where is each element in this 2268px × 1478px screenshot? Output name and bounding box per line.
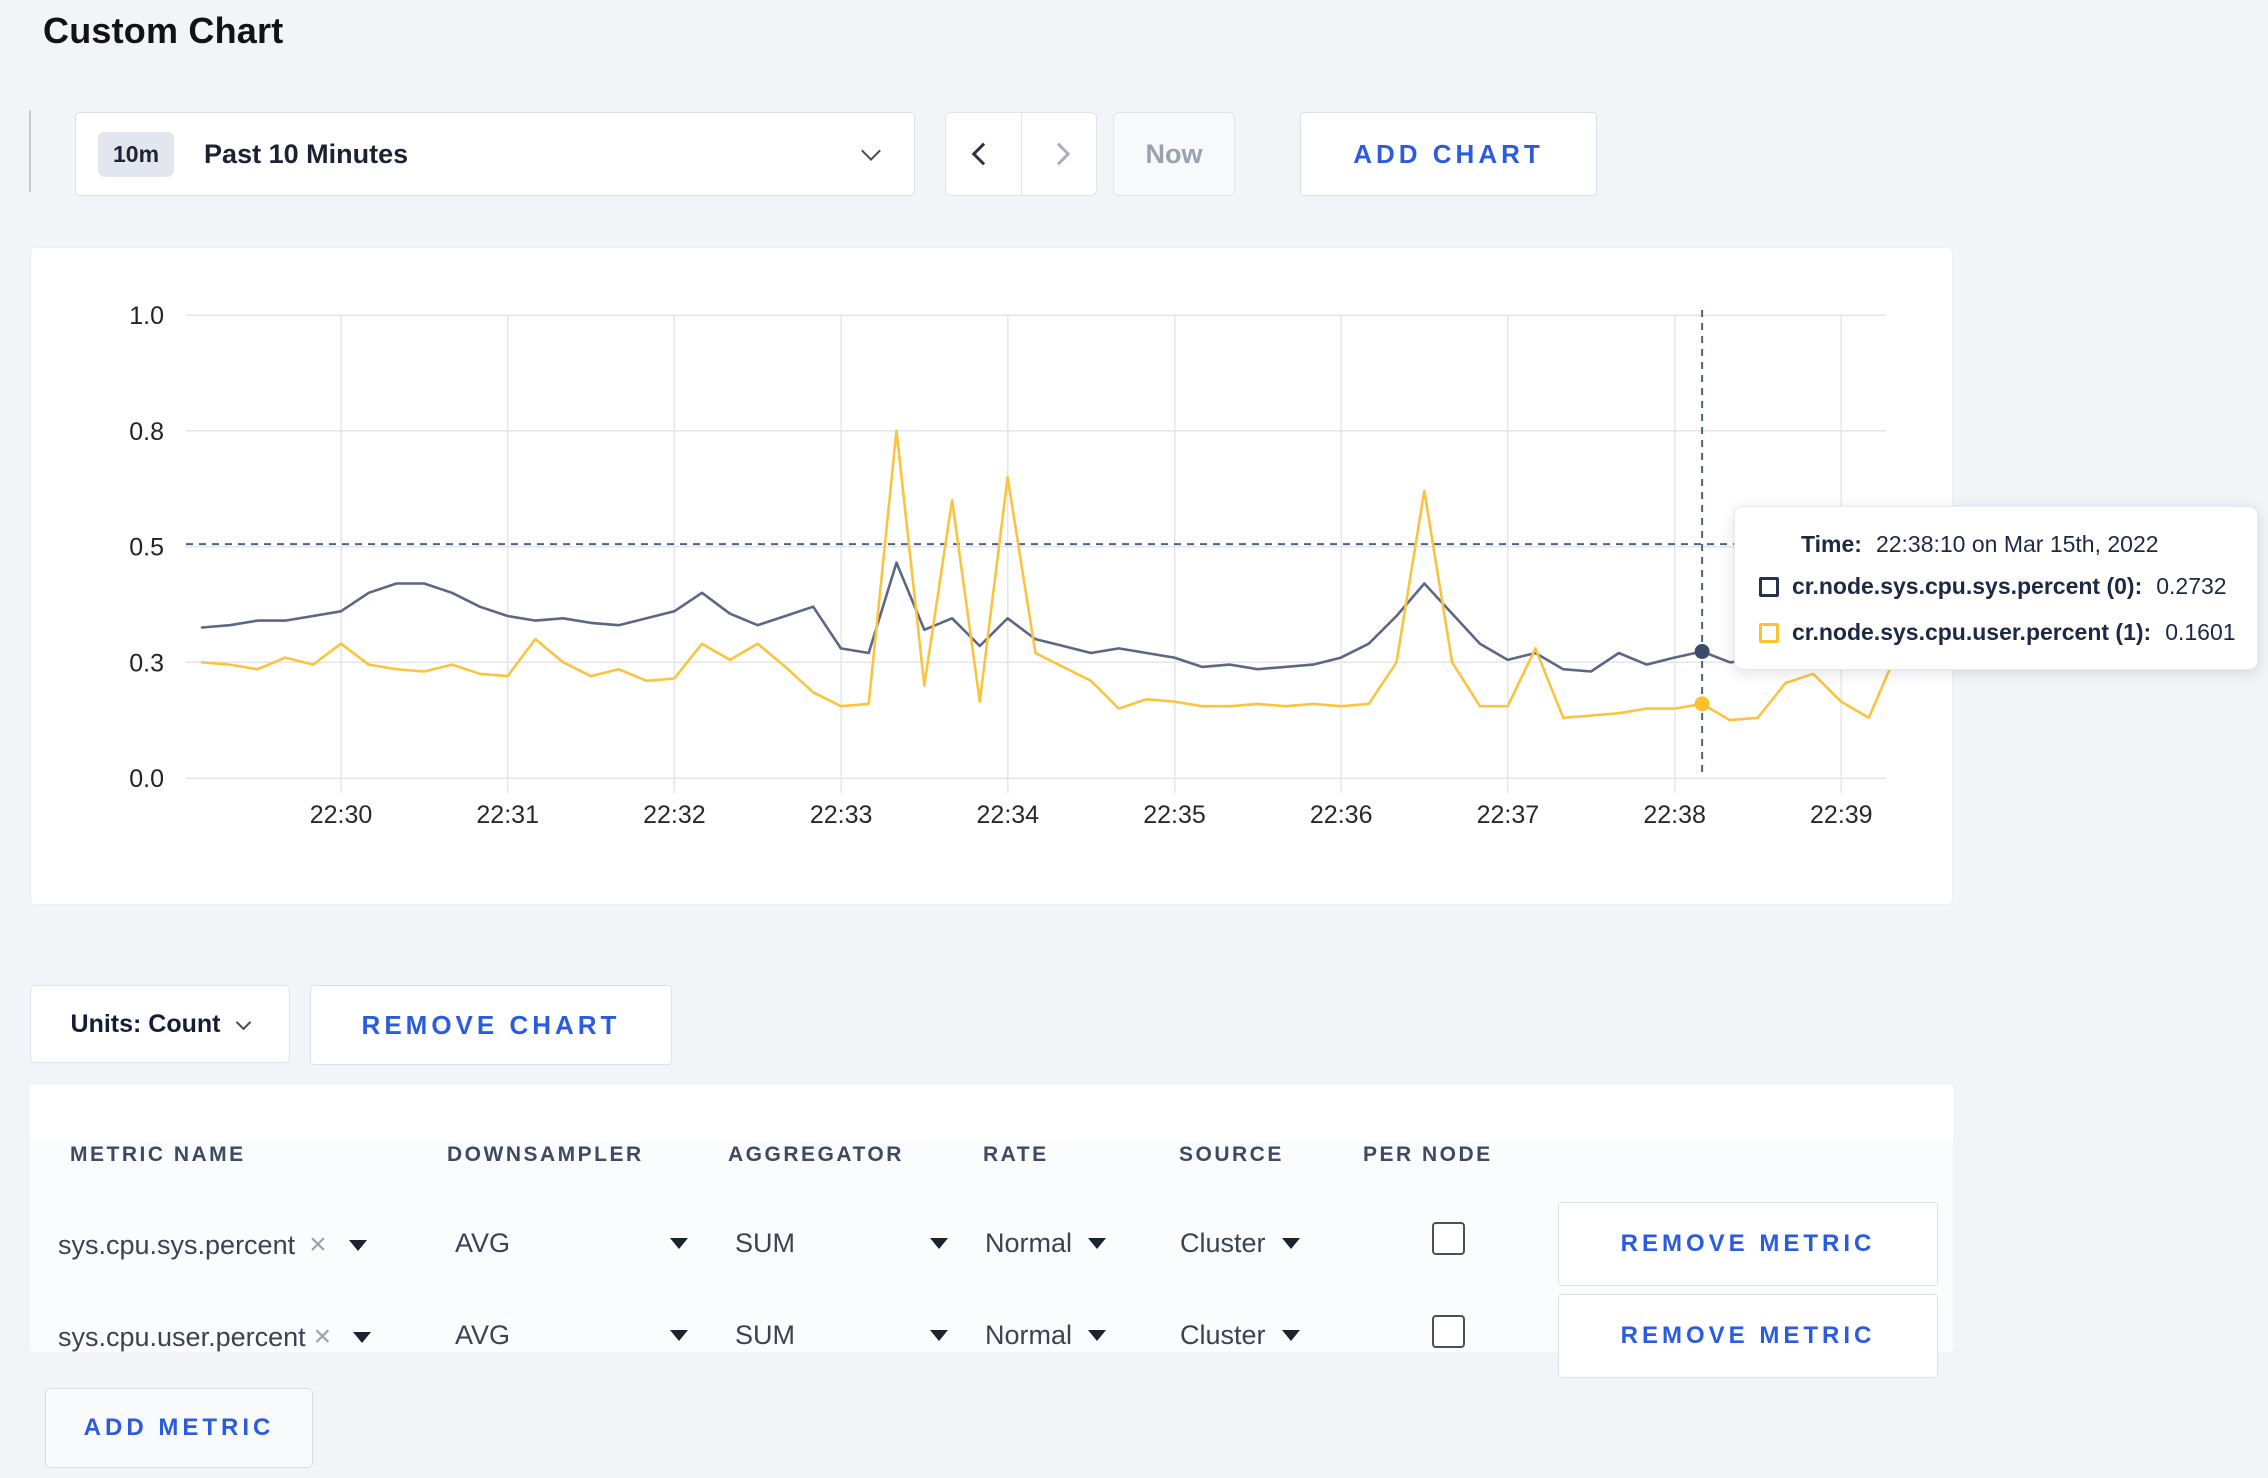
caret-down-icon — [1281, 1238, 1300, 1249]
svg-text:22:37: 22:37 — [1477, 801, 1540, 829]
rate-select[interactable]: Normal — [985, 1228, 1107, 1259]
aggregator-value: SUM — [735, 1228, 795, 1258]
prev-time-button[interactable] — [946, 113, 1021, 195]
chevron-left-icon — [971, 142, 995, 166]
col-header-metric-name: METRIC NAME — [70, 1143, 246, 1166]
chart-card: 1.0 0.8 0.5 0.3 0.0 22:30 22:31 22:32 22:33 22:34… — [30, 247, 1953, 905]
units-label: Units: Count — [70, 1009, 221, 1038]
source-select[interactable]: Cluster — [1180, 1228, 1300, 1259]
svg-text:22:30: 22:30 — [310, 801, 373, 829]
metric-name-select[interactable]: sys.cpu.user.percent × — [58, 1320, 372, 1354]
svg-text:22:38: 22:38 — [1643, 801, 1706, 829]
per-node-checkbox[interactable] — [1432, 1222, 1465, 1255]
aggregator-select[interactable]: SUM — [735, 1320, 948, 1351]
add-metric-button[interactable]: ADD METRIC — [45, 1388, 313, 1468]
table-top-strip — [30, 1085, 1953, 1141]
tooltip-series-value: 0.2732 — [2156, 573, 2227, 599]
svg-text:22:35: 22:35 — [1143, 801, 1206, 829]
chevron-right-icon — [1047, 142, 1071, 166]
source-value: Cluster — [1180, 1228, 1266, 1258]
caret-down-icon — [353, 1331, 372, 1343]
downsampler-select[interactable]: AVG — [455, 1228, 689, 1259]
remove-metric-x-icon[interactable]: × — [314, 1320, 332, 1354]
line-chart[interactable]: 1.0 0.8 0.5 0.3 0.0 22:30 22:31 22:32 22:33 22:34… — [31, 248, 1954, 906]
svg-text:22:32: 22:32 — [643, 801, 706, 829]
chart-tooltip: Time: 22:38:10 on Mar 15th, 2022 cr.node.… — [1734, 506, 2258, 670]
metric-name-value: sys.cpu.sys.percent — [58, 1229, 296, 1260]
per-node-checkbox[interactable] — [1432, 1315, 1465, 1348]
toolbar-divider — [29, 110, 31, 192]
tooltip-series-row: cr.node.sys.cpu.user.percent (1): 0.1601 — [1759, 619, 2236, 646]
tooltip-series-label: cr.node.sys.cpu.sys.percent (0): — [1792, 573, 2143, 599]
rate-value: Normal — [985, 1228, 1073, 1258]
col-header-source: SOURCE — [1179, 1143, 1284, 1166]
time-range-select[interactable]: 10m Past 10 Minutes — [75, 112, 915, 196]
svg-text:22:36: 22:36 — [1310, 801, 1373, 829]
remove-chart-button[interactable]: REMOVE CHART — [310, 985, 672, 1065]
caret-down-icon — [670, 1238, 689, 1249]
svg-text:22:39: 22:39 — [1810, 801, 1873, 829]
downsampler-select[interactable]: AVG — [455, 1320, 689, 1351]
col-header-downsampler: DOWNSAMPLER — [447, 1143, 644, 1166]
caret-down-icon — [348, 1239, 367, 1251]
time-pager — [945, 112, 1097, 196]
rate-select[interactable]: Normal — [985, 1320, 1107, 1351]
col-header-per-node: PER NODE — [1363, 1143, 1493, 1166]
svg-text:0.5: 0.5 — [129, 534, 164, 562]
now-button[interactable]: Now — [1113, 112, 1235, 196]
svg-text:0.8: 0.8 — [129, 418, 164, 446]
downsampler-value: AVG — [455, 1228, 511, 1258]
downsampler-value: AVG — [455, 1320, 511, 1350]
metric-name-select[interactable]: sys.cpu.sys.percent × — [58, 1228, 367, 1262]
remove-metric-x-icon[interactable]: × — [309, 1228, 327, 1262]
col-header-aggregator: AGGREGATOR — [728, 1143, 904, 1166]
time-range-badge: 10m — [98, 131, 175, 177]
svg-text:0.0: 0.0 — [129, 765, 164, 793]
svg-text:22:33: 22:33 — [810, 801, 873, 829]
caret-down-icon — [670, 1330, 689, 1341]
tooltip-time: Time: 22:38:10 on Mar 15th, 2022 — [1801, 531, 2159, 558]
svg-text:0.3: 0.3 — [129, 649, 164, 677]
remove-metric-button[interactable]: REMOVE METRIC — [1558, 1294, 1938, 1378]
series-swatch-sys-icon — [1759, 576, 1779, 597]
source-select[interactable]: Cluster — [1180, 1320, 1300, 1351]
remove-metric-button[interactable]: REMOVE METRIC — [1558, 1202, 1938, 1286]
svg-text:1.0: 1.0 — [129, 302, 164, 330]
add-chart-button[interactable]: ADD CHART — [1300, 112, 1597, 196]
aggregator-value: SUM — [735, 1320, 795, 1350]
tooltip-time-label: Time: — [1801, 531, 1862, 557]
page-title: Custom Chart — [43, 10, 284, 51]
caret-down-icon — [1281, 1330, 1300, 1341]
rate-value: Normal — [985, 1320, 1073, 1350]
source-value: Cluster — [1180, 1320, 1266, 1350]
series-swatch-user-icon — [1759, 622, 1779, 643]
units-select[interactable]: Units: Count — [30, 985, 290, 1063]
caret-down-icon — [930, 1330, 948, 1341]
time-range-label: Past 10 Minutes — [204, 138, 409, 169]
chevron-down-icon — [236, 1014, 252, 1030]
caret-down-icon — [1088, 1238, 1107, 1249]
tooltip-series-row: cr.node.sys.cpu.sys.percent (0): 0.2732 — [1759, 573, 2227, 600]
tooltip-time-value: 22:38:10 on Mar 15th, 2022 — [1875, 531, 2159, 557]
caret-down-icon — [930, 1238, 948, 1249]
caret-down-icon — [1088, 1330, 1107, 1341]
chevron-down-icon — [861, 141, 881, 161]
aggregator-select[interactable]: SUM — [735, 1228, 948, 1259]
metric-name-value: sys.cpu.user.percent — [58, 1321, 306, 1352]
tooltip-series-value: 0.1601 — [2165, 619, 2236, 645]
next-time-button[interactable] — [1020, 113, 1097, 195]
tooltip-series-label: cr.node.sys.cpu.user.percent (1): — [1792, 619, 2152, 645]
svg-text:22:31: 22:31 — [476, 801, 539, 829]
col-header-rate: RATE — [983, 1143, 1049, 1166]
svg-text:22:34: 22:34 — [977, 801, 1040, 829]
